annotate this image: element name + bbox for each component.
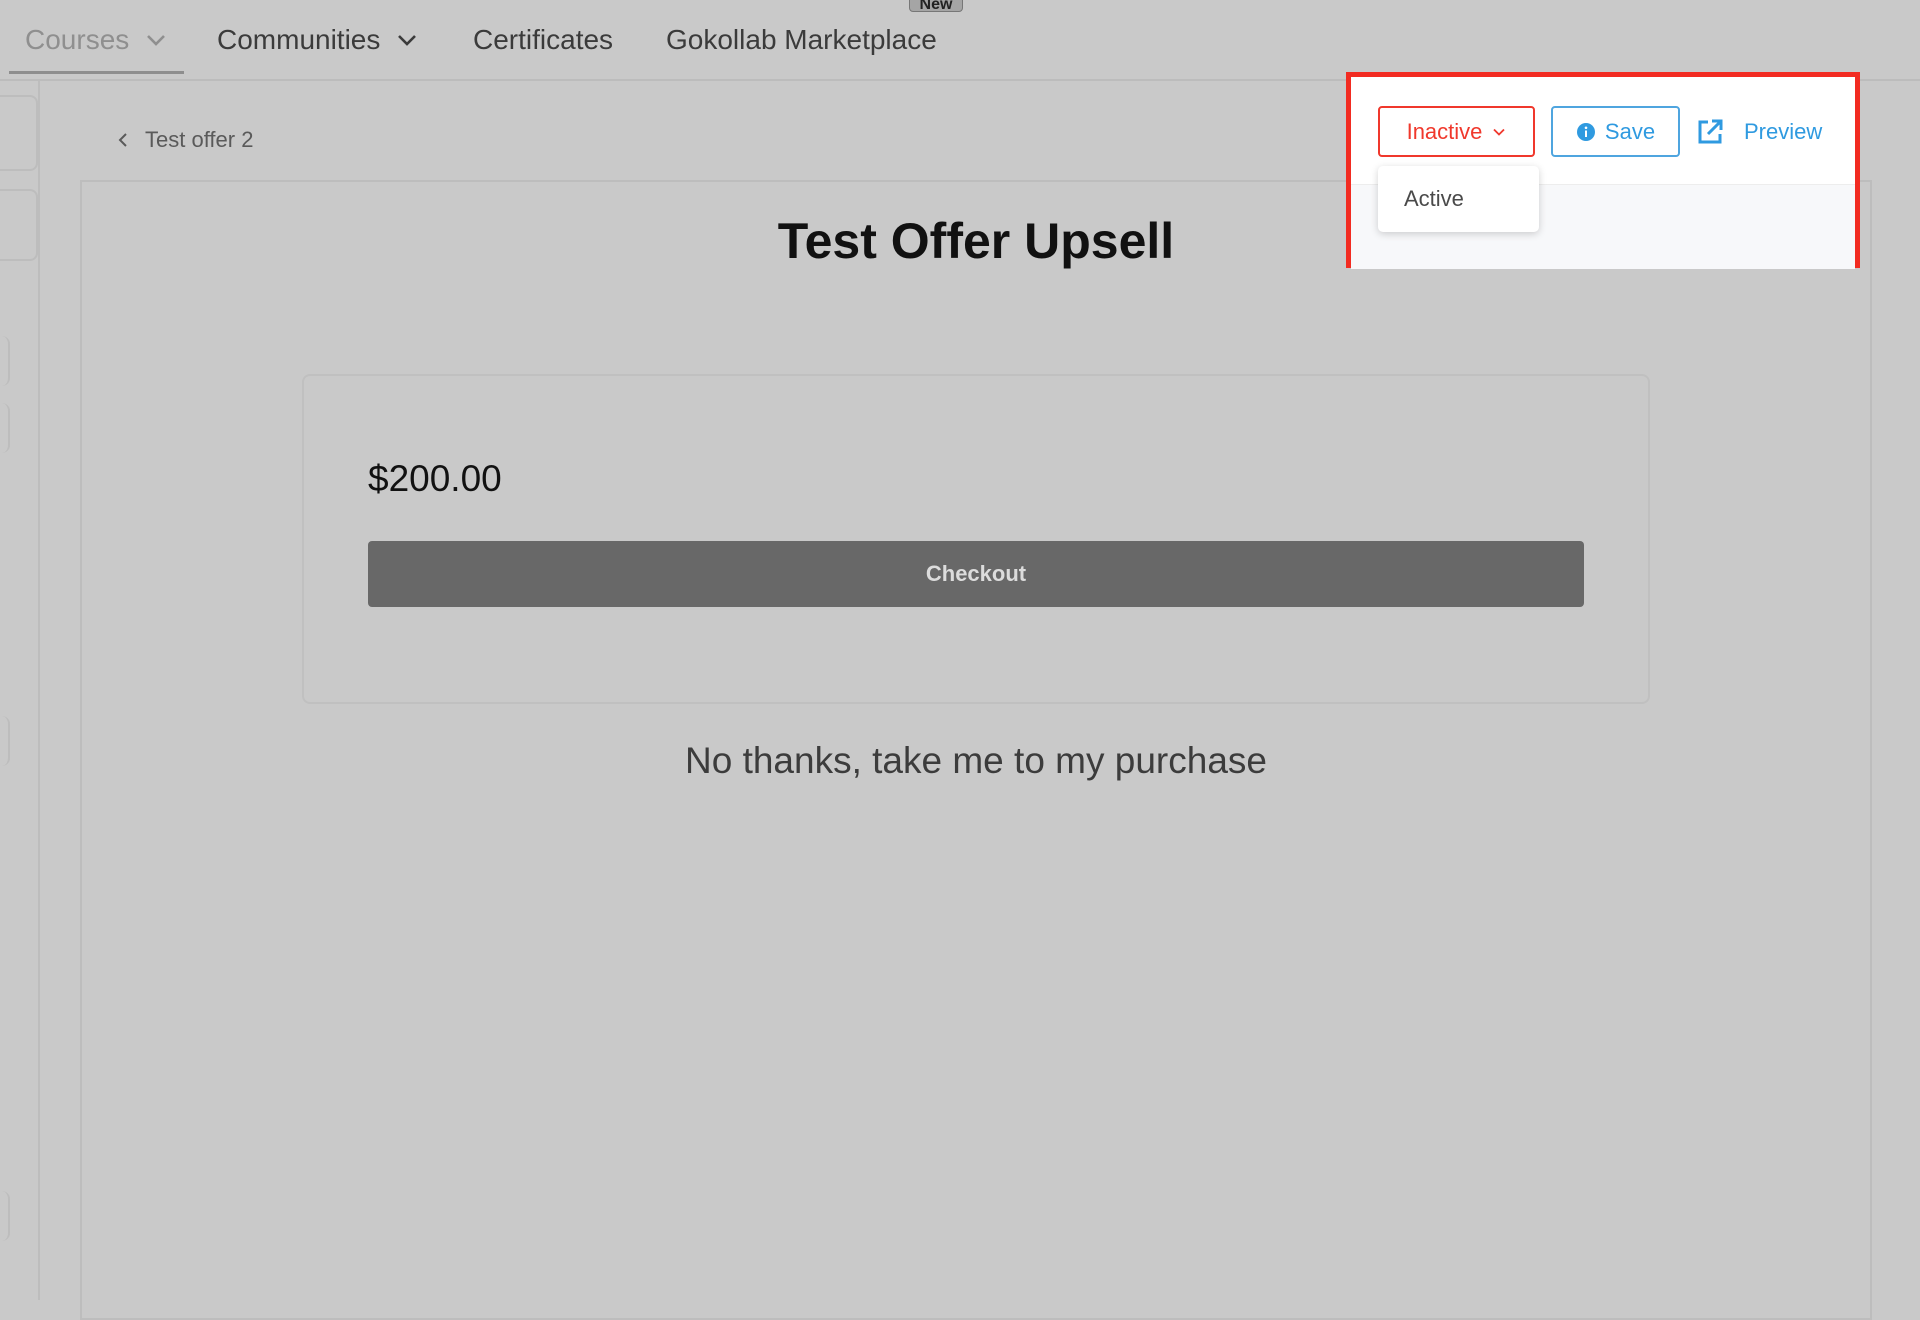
checkout-button[interactable]: Checkout [368, 541, 1584, 607]
top-nav: Courses Communities Certificates Gokolla… [0, 0, 1920, 81]
chevron-down-icon [1492, 125, 1506, 139]
offer-card [302, 374, 1650, 704]
nav-item-label: Courses [25, 23, 130, 55]
status-option-active[interactable]: Active [1404, 166, 1464, 232]
nav-item-label: Communities [217, 23, 381, 55]
sidebar-divider [0, 336, 10, 386]
sidebar-item[interactable] [0, 95, 38, 171]
preview-button[interactable]: Preview [1696, 106, 1826, 157]
status-dropdown[interactable]: Inactive [1378, 106, 1535, 157]
sidebar-divider [0, 1191, 10, 1241]
info-icon [1576, 122, 1596, 142]
chevron-down-icon [145, 29, 167, 51]
nav-item-communities[interactable]: Communities [217, 0, 418, 79]
decline-link[interactable]: No thanks, take me to my purchase [0, 740, 1920, 782]
save-button[interactable]: Save [1551, 106, 1680, 157]
nav-item-certificates[interactable]: Certificates [473, 0, 613, 79]
nav-item-marketplace[interactable]: Gokollab Marketplace [666, 0, 937, 79]
external-link-icon [1696, 118, 1724, 146]
status-dropdown-menu: Active [1378, 166, 1539, 232]
chevron-left-icon [115, 132, 131, 148]
nav-item-courses[interactable]: Courses [25, 0, 167, 79]
chevron-down-icon [396, 29, 418, 51]
new-badge: New [909, 0, 963, 13]
save-label: Save [1604, 118, 1656, 144]
sidebar-divider [0, 403, 10, 453]
nav-item-label: Gokollab Marketplace [666, 23, 937, 55]
breadcrumb-label: Test offer 2 [145, 127, 254, 152]
status-value: Inactive [1406, 118, 1483, 144]
nav-active-indicator [9, 71, 184, 74]
offer-price: $200.00 [368, 458, 502, 499]
preview-label: Preview [1744, 118, 1823, 144]
nav-item-label: Certificates [473, 23, 614, 55]
breadcrumb[interactable]: Test offer 2 [115, 122, 253, 158]
